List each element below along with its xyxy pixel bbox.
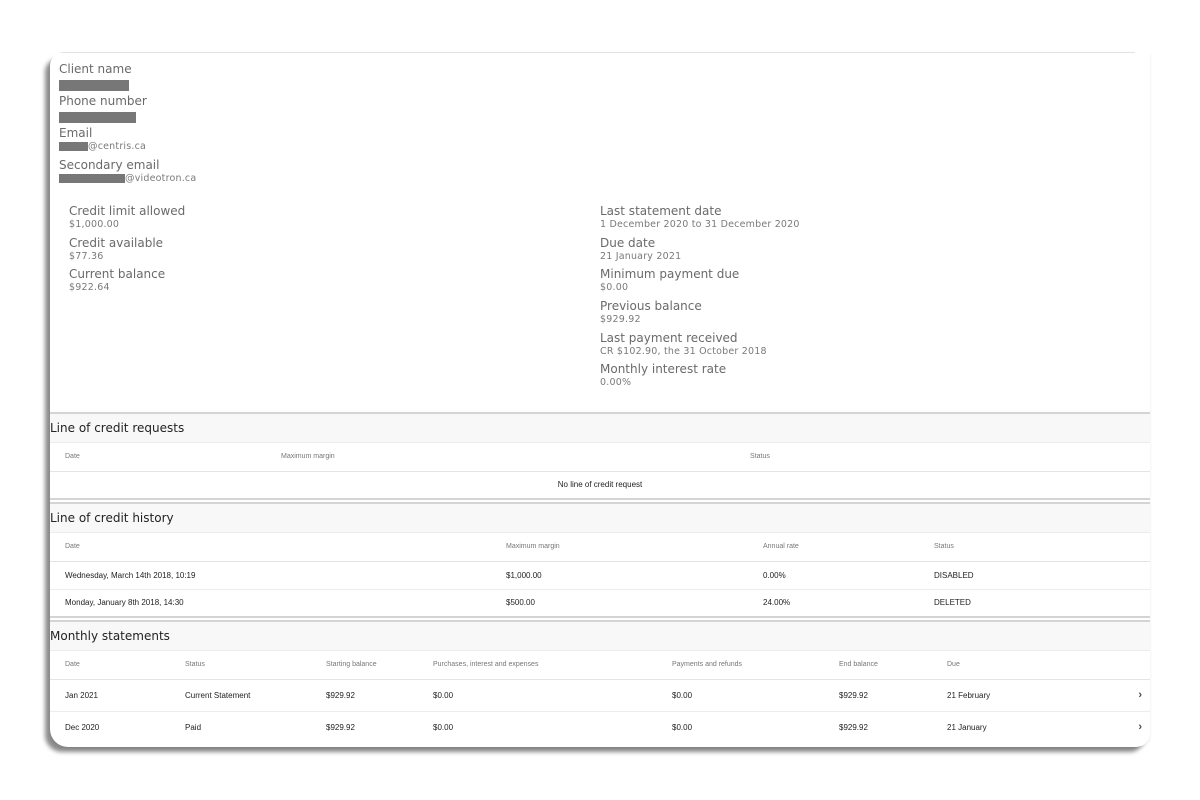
column-header[interactable]: Maximum margin	[491, 533, 748, 562]
cell-status: DELETED	[919, 589, 1150, 618]
field-label: Credit available	[69, 235, 164, 250]
field-label: Last statement date	[600, 204, 722, 218]
field-value: 0.00%	[600, 377, 632, 389]
redacted-client-name	[59, 80, 129, 92]
cell-payments: $0.00	[672, 722, 693, 732]
field-label: Current balance	[69, 267, 166, 282]
redacted-phone	[59, 112, 136, 124]
cell-end-balance: $929.92	[824, 679, 932, 712]
cell-date: Dec 2020	[65, 722, 100, 732]
due-date-field: Due date 21 January 2021	[600, 236, 800, 268]
monthly-statements-table: Date Status Starting balance Purchases, …	[50, 651, 1150, 743]
email-label: Email	[59, 126, 93, 140]
chevron-right-icon[interactable]: ›	[1112, 711, 1150, 743]
cell-due: 21 February	[932, 679, 1112, 712]
credit-available-field: Credit available $77.36	[69, 236, 185, 268]
cell-payments: $0.00	[657, 679, 824, 712]
last-statement-date-field: Last statement date 1 December 2020 to 3…	[600, 204, 800, 236]
phone-field: Phone number	[59, 94, 196, 126]
secondary-email-domain: @videotron.ca	[125, 173, 197, 184]
cell-annual-rate: 0.00%	[748, 561, 919, 590]
field-label: Previous balance	[600, 299, 702, 314]
field-label: Last payment received	[600, 330, 738, 345]
column-header[interactable]: Date	[50, 533, 491, 562]
field-value: $1,000.00	[69, 219, 120, 230]
field-label: Monthly interest rate	[600, 362, 727, 377]
cell-end-balance: $929.92	[839, 722, 868, 732]
contact-info: Client name Phone number Email @centris.…	[59, 62, 196, 190]
column-header-action	[1112, 651, 1150, 680]
field-value: CR $102.90, the 31 October 2018	[600, 345, 767, 357]
column-header[interactable]: Status	[919, 533, 1150, 562]
monthly-interest-field: Monthly interest rate 0.00%	[600, 362, 800, 394]
column-header[interactable]: Payments and refunds	[657, 651, 824, 680]
cell-annual-rate: 24.00%	[748, 589, 919, 618]
table-row: Monday, January 8th 2018, 14:30 $500.00 …	[50, 589, 1150, 618]
column-header[interactable]: Status	[735, 443, 1150, 472]
secondary-email-label: Secondary email	[59, 158, 160, 172]
previous-balance-field: Previous balance $929.92	[600, 299, 800, 331]
cell-date: Jan 2021	[50, 679, 170, 712]
statement-summary: Last statement date 1 December 2020 to 3…	[600, 204, 800, 394]
field-value: $922.64	[69, 282, 110, 294]
cell-max-margin: $1,000.00	[491, 561, 748, 590]
phone-label: Phone number	[59, 94, 147, 108]
field-value: $77.36	[69, 250, 104, 262]
cell-status: Current Statement	[170, 679, 311, 712]
cell-status: DISABLED	[919, 561, 1150, 590]
cell-starting-balance: $929.92	[311, 679, 418, 712]
field-value: $0.00	[600, 282, 629, 294]
column-header[interactable]: Date	[50, 443, 266, 472]
divider	[50, 52, 1135, 53]
field-label: Due date	[600, 235, 656, 250]
current-balance-field: Current balance $922.64	[69, 267, 185, 299]
credit-limit-field: Credit limit allowed $1,000.00	[69, 204, 185, 236]
field-label: Minimum payment due	[600, 267, 740, 282]
column-header[interactable]: Date	[50, 651, 170, 680]
field-value: $929.92	[600, 314, 641, 326]
field-value: 21 January 2021	[600, 250, 682, 262]
client-name-label: Client name	[59, 62, 132, 76]
cell-max-margin: $500.00	[491, 589, 748, 618]
last-payment-field: Last payment received CR $102.90, the 31…	[600, 331, 800, 363]
secondary-email-field: Secondary email @videotron.ca	[59, 158, 196, 190]
column-header[interactable]: Due	[932, 651, 1112, 680]
cell-starting-balance: $929.92	[326, 722, 355, 732]
credit-requests-table: Date Maximum margin Status No line of cr…	[50, 443, 1150, 500]
column-header[interactable]: Status	[170, 651, 311, 680]
table-row: Wednesday, March 14th 2018, 10:19 $1,000…	[50, 561, 1150, 590]
credit-history-section: Line of credit history Date Maximum marg…	[50, 502, 1150, 618]
client-details-card: Client name Phone number Email @centris.…	[50, 52, 1150, 747]
cell-date: Wednesday, March 14th 2018, 10:19	[50, 561, 491, 590]
cell-status: Paid	[185, 722, 202, 732]
field-label: Credit limit allowed	[69, 204, 186, 218]
email-domain: @centris.ca	[88, 141, 147, 152]
cell-date: Monday, January 8th 2018, 14:30	[50, 589, 491, 618]
field-value: 1 December 2020 to 31 December 2020	[600, 219, 800, 230]
statement-row[interactable]: Dec 2020 Paid $929.92 $0.00 $0.00 $929.9…	[50, 711, 1150, 743]
column-header[interactable]: Annual rate	[748, 533, 919, 562]
cell-due: 21 January	[947, 722, 987, 732]
section-title: Line of credit history	[50, 502, 1150, 533]
section-title: Monthly statements	[50, 620, 1150, 651]
cell-purchases: $0.00	[433, 722, 454, 732]
minimum-payment-field: Minimum payment due $0.00	[600, 267, 800, 299]
section-title: Line of credit requests	[50, 412, 1150, 443]
redacted-email-user	[59, 142, 88, 151]
chevron-right-icon[interactable]: ›	[1112, 679, 1150, 712]
monthly-statements-section: Monthly statements Date Status Starting …	[50, 620, 1150, 743]
email-field: Email @centris.ca	[59, 126, 196, 158]
cell-purchases: $0.00	[418, 679, 657, 712]
credit-summary: Credit limit allowed $1,000.00 Credit av…	[69, 204, 185, 299]
column-header[interactable]: End balance	[824, 651, 932, 680]
client-name-field: Client name	[59, 62, 196, 94]
column-header[interactable]: Starting balance	[311, 651, 418, 680]
credit-history-table: Date Maximum margin Annual rate Status W…	[50, 533, 1150, 618]
credit-requests-section: Line of credit requests Date Maximum mar…	[50, 412, 1150, 500]
statement-row[interactable]: Jan 2021 Current Statement $929.92 $0.00…	[50, 679, 1150, 712]
column-header[interactable]: Purchases, interest and expenses	[418, 651, 657, 680]
empty-message: No line of credit request	[50, 471, 1150, 500]
column-header[interactable]: Maximum margin	[266, 443, 735, 472]
redacted-secondary-email-user	[59, 174, 125, 183]
